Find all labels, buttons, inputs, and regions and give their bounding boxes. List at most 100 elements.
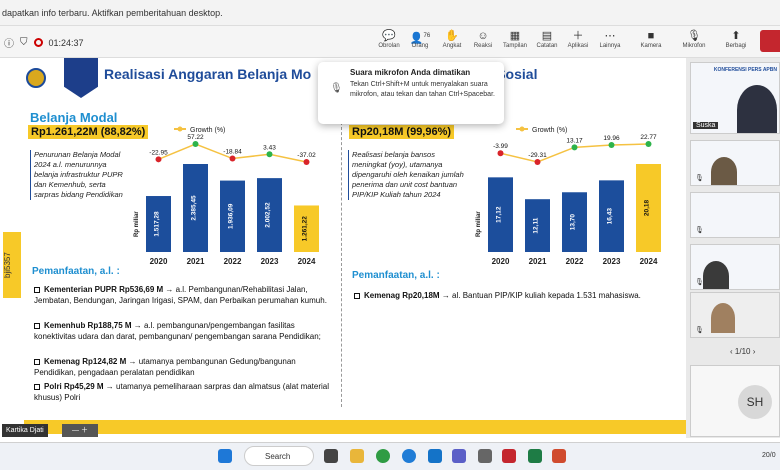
mic-label: Mikrofon	[682, 43, 706, 49]
participant-video-3[interactable]: 🎙	[690, 192, 780, 238]
x-tick-label: 2023	[261, 257, 279, 266]
pager-text: 1/10	[734, 347, 751, 356]
raise-hand-icon: ✋	[445, 30, 459, 42]
growth-value-label: -37.02	[297, 152, 316, 159]
growth-value-label: -29.31	[528, 152, 547, 159]
bullet-bold: Kemenag Rp20,18M	[364, 291, 440, 300]
chrome-icon[interactable]	[376, 449, 390, 463]
start-icon[interactable]	[218, 449, 232, 463]
task-view-icon[interactable]	[324, 449, 338, 463]
word-icon[interactable]	[428, 449, 442, 463]
presenter-controls[interactable]: — ＋	[62, 424, 98, 437]
reaction-icon: ☺	[477, 30, 489, 42]
x-tick-label: 2021	[187, 257, 205, 266]
pager-next-icon[interactable]: ›	[750, 347, 756, 356]
people-count-badge: 76	[423, 33, 431, 39]
legend-marker	[177, 126, 183, 132]
camera-button[interactable]: ■ Kamera	[635, 29, 667, 49]
settings-icon[interactable]	[478, 449, 492, 463]
growth-point	[303, 159, 310, 165]
mic-off-icon: 🎙	[330, 83, 343, 94]
bullet-item: Kemenag Rp20,18M → al. Bantuan PIP/KIP k…	[354, 290, 644, 301]
participant-person	[711, 157, 737, 185]
growth-point	[266, 151, 273, 158]
bullet-square-icon	[34, 383, 40, 390]
powerpoint-icon[interactable]	[552, 449, 566, 463]
notes-label: Catatan	[536, 43, 558, 49]
camera-icon: ■	[647, 30, 655, 42]
excel-icon[interactable]	[528, 449, 542, 463]
bar-value-label: 16,43	[607, 208, 614, 225]
notification-text: dapatkan info terbaru. Aktifkan pemberit…	[2, 8, 223, 18]
bullet-square-icon	[34, 286, 40, 293]
toolbar-left: ⓘ ⛉ 01:24:37	[4, 35, 84, 50]
participant-name: Suska	[693, 122, 719, 129]
growth-point	[571, 144, 578, 151]
file-explorer-icon[interactable]	[350, 449, 364, 463]
share-button[interactable]: ⬆ Berbagi	[720, 29, 752, 49]
bullet-bold: Kemenhub Rp188,75 M	[44, 321, 132, 330]
bansos-chart: Growth (%) Rp miliar 17,12 2020 12,11 2021 13,…	[476, 126, 661, 266]
mic-off-icon: 🎙	[695, 175, 704, 182]
bansos-description: Realisasi belanja bansos meningkat (yoy)…	[348, 150, 470, 200]
bar-value-label: 12,11	[533, 217, 540, 233]
apps-label: Aplikasi	[567, 43, 589, 49]
presenter-name: Kartika Djati	[2, 424, 48, 437]
people-button[interactable]: 👤76 Orang	[404, 29, 436, 49]
side-tab: bji5357	[3, 232, 21, 298]
mic-off-icon: 🎙	[695, 327, 704, 334]
chat-label: Obrolan	[378, 43, 400, 49]
growth-value-label: -22.95	[149, 149, 168, 156]
growth-point	[155, 156, 162, 163]
bullet-square-icon	[354, 292, 360, 299]
growth-value-label: -3.99	[493, 143, 508, 150]
participant-video-5[interactable]: 🎙	[690, 292, 780, 338]
leave-button[interactable]	[760, 30, 780, 52]
x-tick-label: 2021	[529, 257, 547, 266]
teams-icon[interactable]	[452, 449, 466, 463]
x-tick-label: 2022	[566, 257, 584, 266]
apps-button[interactable]: ＋ Aplikasi	[562, 29, 594, 49]
x-tick-label: 2024	[640, 257, 658, 266]
bar-value-label: 2.002,52	[265, 202, 272, 228]
legend-label: Growth (%)	[190, 127, 225, 134]
growth-value-label: -18.84	[223, 149, 242, 156]
edge-icon[interactable]	[402, 449, 416, 463]
bansos-amount: Rp20,18M (99,96%)	[349, 125, 455, 139]
legend-label: Growth (%)	[532, 127, 567, 134]
info-icon[interactable]: ⓘ	[4, 35, 14, 50]
participant-pager[interactable]: ‹ 1/10 ›	[730, 347, 755, 356]
chat-button[interactable]: 💬 Obrolan	[373, 29, 405, 49]
growth-value-label: 3.43	[263, 144, 276, 151]
popup-title: Suara mikrofon Anda dimatikan	[350, 68, 471, 77]
share-icon: ⬆	[731, 30, 741, 42]
mic-button[interactable]: 🎙 Mikrofon	[678, 29, 710, 49]
growth-value-label: 13.17	[566, 137, 583, 144]
belanja-modal-description: Penurunan Belanja Modal 2024 a.l. menuru…	[30, 150, 126, 200]
reaction-button[interactable]: ☺ Reaksi	[467, 29, 499, 49]
growth-point	[645, 141, 652, 147]
belanja-modal-title: Belanja Modal	[30, 110, 118, 125]
taskbar-search[interactable]: Search	[244, 446, 314, 466]
x-tick-label: 2020	[492, 257, 510, 266]
growth-point	[229, 155, 236, 162]
taskbar-clock: 20/0	[762, 452, 776, 459]
notes-button[interactable]: ▤ Catatan	[531, 29, 563, 49]
participant-video-2[interactable]: 🎙	[690, 140, 780, 186]
bullet-item: Kementerian PUPR Rp536,69 M → a.l. Pemba…	[34, 284, 334, 306]
growth-point	[497, 150, 504, 157]
bullet-bold: Polri Rp45,29 M	[44, 382, 104, 391]
mic-off-icon: 🎙	[695, 227, 704, 234]
slide-title-main: Realisasi Anggaran Belanja Mo	[104, 66, 312, 82]
raise-hand-button[interactable]: ✋ Angkat	[436, 29, 468, 49]
more-button[interactable]: ⋯ Lainnya	[594, 29, 626, 49]
y-axis-label: Rp miliar	[134, 211, 140, 237]
growth-value-label: 57.22	[187, 134, 204, 141]
notes-icon: ▤	[541, 30, 553, 42]
reaction-label: Reaksi	[473, 43, 493, 49]
view-button[interactable]: ▦ Tampilan	[499, 29, 531, 49]
pdf-icon[interactable]	[502, 449, 516, 463]
participant-video-4[interactable]: 🎙	[690, 244, 780, 290]
shield-icon[interactable]: ⛉	[20, 37, 28, 48]
participant-person	[703, 261, 729, 289]
